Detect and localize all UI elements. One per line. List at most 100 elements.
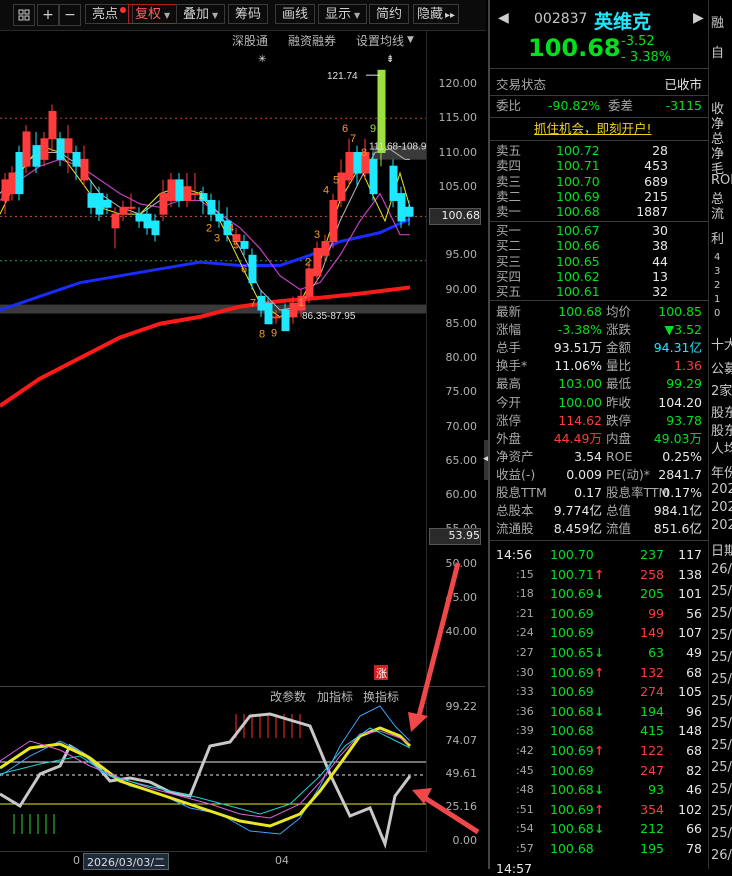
side-panel-item[interactable]: 自 bbox=[711, 42, 724, 61]
tick-row: :36 100.68 ↓ 194 96 bbox=[490, 703, 708, 721]
tick-volume: 274 bbox=[640, 684, 664, 700]
tick-volume: 63 bbox=[648, 645, 664, 660]
stat-value: 49.03万 bbox=[653, 430, 702, 446]
display-button[interactable]: 显示 ▼ bbox=[318, 4, 368, 24]
side-panel-item: 利 bbox=[711, 232, 725, 247]
tick-price: 100.68 bbox=[550, 723, 594, 739]
tick-time: :24 bbox=[516, 626, 534, 640]
draw-line-button[interactable]: 画线 bbox=[275, 4, 316, 24]
tick-time: :15 bbox=[516, 567, 534, 581]
side-panel-item: 十大 bbox=[711, 338, 732, 353]
orderbook-price: 100.72 bbox=[556, 143, 600, 158]
chips-button[interactable]: 筹码 bbox=[228, 4, 269, 24]
orderbook-volume: 1887 bbox=[636, 204, 668, 220]
tick-row: :15 100.71 ↑ 258 138 bbox=[490, 566, 708, 584]
stat-label: 流通股 bbox=[496, 521, 534, 537]
candle bbox=[345, 138, 354, 187]
stat-value: -3.38% bbox=[557, 322, 602, 338]
highlight-button[interactable]: 亮点 bbox=[85, 4, 134, 24]
date-axis: 0 2026/03/03/二 04 bbox=[0, 851, 426, 870]
display-label: 显示 bbox=[325, 7, 352, 22]
next-stock-icon[interactable]: ▶ bbox=[693, 10, 704, 26]
tick-row: :30 100.69 ↑ 132 68 bbox=[490, 664, 708, 682]
overlay-button[interactable]: 叠加 ▼ bbox=[176, 4, 226, 24]
quote-panel: ◀ 002837 英维克 ▶ 100.68 -3.52 - 3.38% 交易状态… bbox=[488, 0, 708, 876]
tick-count: 68 bbox=[686, 743, 702, 758]
plus-icon[interactable]: + bbox=[37, 4, 59, 26]
side-panel-item: 26/ bbox=[711, 848, 732, 863]
candle bbox=[80, 145, 89, 187]
orderbook-label: 卖三 bbox=[496, 173, 522, 189]
sequence-number: 9 bbox=[370, 123, 376, 135]
tick-count: 96 bbox=[686, 703, 702, 719]
stat-row: 涨停 114.62 跌停 93.78 bbox=[490, 412, 708, 430]
tick-price: 100.68 bbox=[550, 841, 594, 856]
orderbook-volume: 28 bbox=[652, 143, 668, 158]
candle bbox=[64, 125, 73, 174]
stat-row: 净资产 3.54 ROE 0.25% bbox=[490, 448, 708, 466]
stat-label: 今开 bbox=[496, 394, 522, 410]
indicator-tick-label: 25.16 bbox=[445, 800, 478, 814]
side-panel-item: 流 bbox=[711, 207, 725, 222]
tick-count: 78 bbox=[686, 841, 702, 856]
stat-row: 流通股 8.459亿 流值 851.6亿 bbox=[490, 520, 708, 538]
orderbook-label: 买一 bbox=[496, 223, 522, 238]
grid-icon[interactable] bbox=[13, 4, 35, 26]
stat-label: 换手* bbox=[496, 358, 528, 374]
simple-button[interactable]: 简约 bbox=[369, 4, 410, 24]
tick-count: 148 bbox=[678, 723, 702, 739]
side-panel-item: 25/ bbox=[711, 826, 732, 841]
stat-label: PE(动)* bbox=[606, 466, 650, 482]
tick-volume: 99 bbox=[648, 605, 664, 621]
tick-row: :18 100.69 ↓ 205 101 bbox=[490, 585, 708, 603]
sequence-number: 7 bbox=[250, 298, 256, 310]
stat-value: 94.31亿 bbox=[653, 340, 702, 356]
stat-value: 114.62 bbox=[558, 412, 602, 428]
minus-icon[interactable]: − bbox=[59, 4, 81, 26]
quote-header: ◀ 002837 英维克 ▶ 100.68 -3.52 - 3.38% bbox=[490, 0, 708, 69]
stat-value: 103.00 bbox=[558, 376, 602, 392]
orderbook-label: 卖二 bbox=[496, 188, 522, 204]
stat-row: 最高 103.00 最低 99.29 bbox=[490, 375, 708, 393]
side-panel-item[interactable]: 融 bbox=[711, 12, 724, 31]
stat-value: 44.49万 bbox=[553, 430, 602, 446]
buy-level-row: 买四 100.62 13 bbox=[490, 269, 708, 284]
side-panel-item: 年份 bbox=[711, 466, 732, 481]
chevron-down-icon[interactable]: ▼ bbox=[407, 35, 414, 45]
prev-stock-icon[interactable]: ◀ bbox=[498, 10, 509, 26]
candle bbox=[369, 152, 378, 201]
sequence-number: 7 bbox=[350, 133, 356, 145]
orderbook-label: 卖四 bbox=[496, 158, 522, 174]
stat-value: 3.54 bbox=[574, 448, 602, 464]
side-panel-item: 25/ bbox=[711, 738, 732, 753]
orderbook-price: 100.71 bbox=[556, 158, 600, 174]
price-tick-label: 65.00 bbox=[445, 453, 478, 467]
candle bbox=[405, 200, 414, 226]
stat-value: 851.6亿 bbox=[653, 521, 702, 537]
buy-level-row: 买一 100.67 30 bbox=[490, 223, 708, 238]
promo-link[interactable]: 抓住机会，即刻开户! bbox=[534, 120, 652, 138]
tick-time: :18 bbox=[516, 587, 534, 601]
hide-button[interactable]: 隐藏 ▸▸ bbox=[413, 4, 460, 24]
tick-time: :57 bbox=[516, 842, 534, 855]
tick-row: :27 100.65 ↓ 63 49 bbox=[490, 644, 708, 662]
sequence-number: 2 bbox=[305, 257, 311, 269]
tick-time: :51 bbox=[516, 802, 534, 816]
price-tick-label: 50.00 bbox=[445, 556, 478, 570]
tick-volume: 93 bbox=[648, 782, 664, 798]
adjust-rights-button[interactable]: 复权 ▼ bbox=[128, 4, 178, 24]
price-chart[interactable]: 12345678 9123456789121.74111.68-108.9786.… bbox=[0, 50, 426, 685]
indicator-chart[interactable] bbox=[0, 686, 426, 851]
tick-row: :57 100.68 195 78 bbox=[490, 840, 708, 858]
set-ma-link[interactable]: 设置均线 bbox=[356, 32, 404, 49]
stat-value: 100.68 bbox=[558, 304, 602, 319]
candle bbox=[8, 166, 17, 201]
tick-time: :42 bbox=[516, 744, 534, 757]
weicha-label: 委差 bbox=[608, 98, 634, 113]
margin-trading-link[interactable]: 融资融券 bbox=[288, 32, 336, 49]
promo-banner[interactable]: 抓住机会，即刻开户! bbox=[490, 120, 708, 138]
stat-value: 100.85 bbox=[658, 304, 702, 319]
hk-connect-link[interactable]: 深股通 bbox=[232, 32, 268, 49]
tick-price: 100.68 bbox=[550, 821, 594, 837]
tick-count: 102 bbox=[678, 801, 702, 817]
